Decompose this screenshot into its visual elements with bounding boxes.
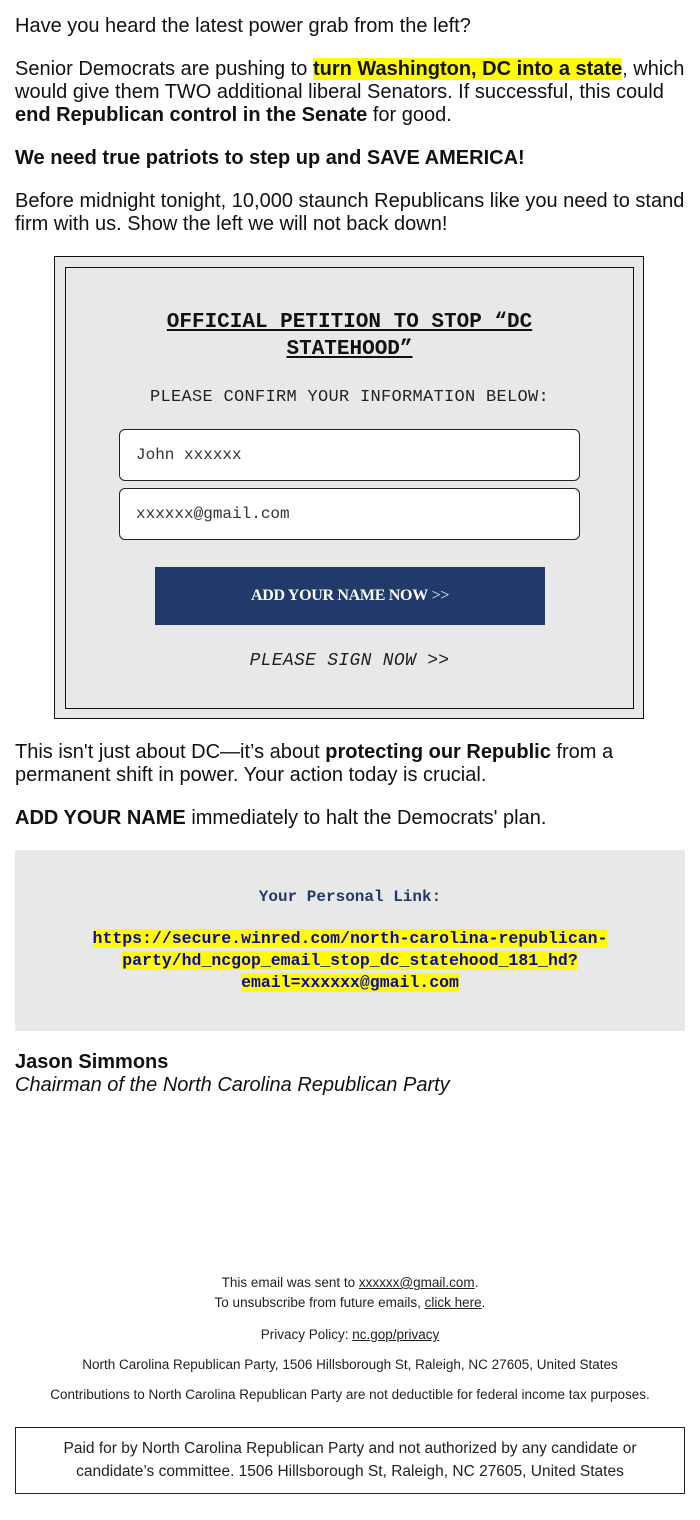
petition-title: OFFICIAL PETITION TO STOP “DC STATEHOOD” [166,311,533,361]
petition-panel: OFFICIAL PETITION TO STOP “DC STATEHOOD”… [54,256,644,719]
add-your-name-button[interactable]: ADD YOUR NAME NOW >> [155,567,545,625]
footer-privacy: Privacy Policy: nc.gop/privacy [0,1326,700,1344]
text: . [481,1295,486,1310]
signature-title: Chairman of the North Carolina Republica… [15,1074,450,1096]
deadline-paragraph: Before midnight tonight, 10,000 staunch … [15,190,685,235]
button-label: ADD YOUR NAME NOW [250,587,428,604]
text: Senior Democrats are pushing to [15,58,313,80]
url-line[interactable]: email=xxxxxx@gmail.com [241,973,459,992]
privacy-policy-link[interactable]: nc.gop/privacy [352,1327,439,1342]
bold-text: end Republican control in the Senate [15,104,368,126]
footer-sent-to: This email was sent to xxxxxx@gmail.com. [0,1274,700,1292]
footer-contributions: Contributions to North Carolina Republic… [50,1387,650,1402]
url-line[interactable]: https://secure.winred.com/north-carolina… [92,929,608,948]
email-field[interactable] [119,488,580,540]
bold-text: protecting our Republic [325,741,551,763]
paid-for-disclaimer: Paid for by North Carolina Republican Pa… [15,1427,685,1494]
name-field[interactable] [119,429,580,481]
bold-text: ADD YOUR NAME [15,807,186,829]
republic-paragraph: This isn't just about DC—it’s about prot… [15,741,690,787]
intro-question: Have you heard the latest power grab fro… [15,15,471,37]
paid-for-line: Paid for by North Carolina Republican Pa… [63,1440,637,1457]
double-arrow-icon: >> [427,587,450,604]
text: To unsubscribe from future emails, [214,1295,425,1310]
text: This isn't just about DC—it’s about [15,741,326,763]
add-name-paragraph: ADD YOUR NAME immediately to halt the De… [15,807,690,830]
text: . [474,1275,479,1290]
footer-unsubscribe: To unsubscribe from future emails, click… [0,1294,700,1312]
highlighted-text: turn Washington, DC into a state [312,58,623,80]
personal-link-label: Your Personal Link: [258,888,442,906]
petition-inner-frame: OFFICIAL PETITION TO STOP “DC STATEHOOD”… [65,267,634,709]
rally-heading: We need true patriots to step up and SAV… [15,147,525,169]
personal-link-url[interactable]: https://secure.winred.com/north-carolina… [45,928,655,994]
url-line[interactable]: party/hd_ncgop_email_stop_dc_statehood_1… [122,951,578,970]
text: Privacy Policy: [260,1327,353,1342]
unsubscribe-link[interactable]: click here [425,1295,482,1310]
footer-address: North Carolina Republican Party, 1506 Hi… [82,1357,618,1372]
text: immediately to halt the Democrats' plan. [185,807,547,829]
paid-for-line: candidate’s committee. 1506 Hillsborough… [76,1463,624,1480]
petition-subtitle: PLEASE CONFIRM YOUR INFORMATION BELOW: [149,388,550,407]
please-sign-now-link[interactable]: PLEASE SIGN NOW >> [66,651,633,671]
intro-paragraph-statehood: Senior Democrats are pushing to turn Was… [15,58,690,127]
personal-link-panel: Your Personal Link: https://secure.winre… [15,850,685,1031]
signature-name: Jason Simmons [15,1051,169,1073]
text: for good. [367,104,452,126]
text: This email was sent to [221,1275,359,1290]
recipient-email-link[interactable]: xxxxxx@gmail.com [359,1275,475,1290]
